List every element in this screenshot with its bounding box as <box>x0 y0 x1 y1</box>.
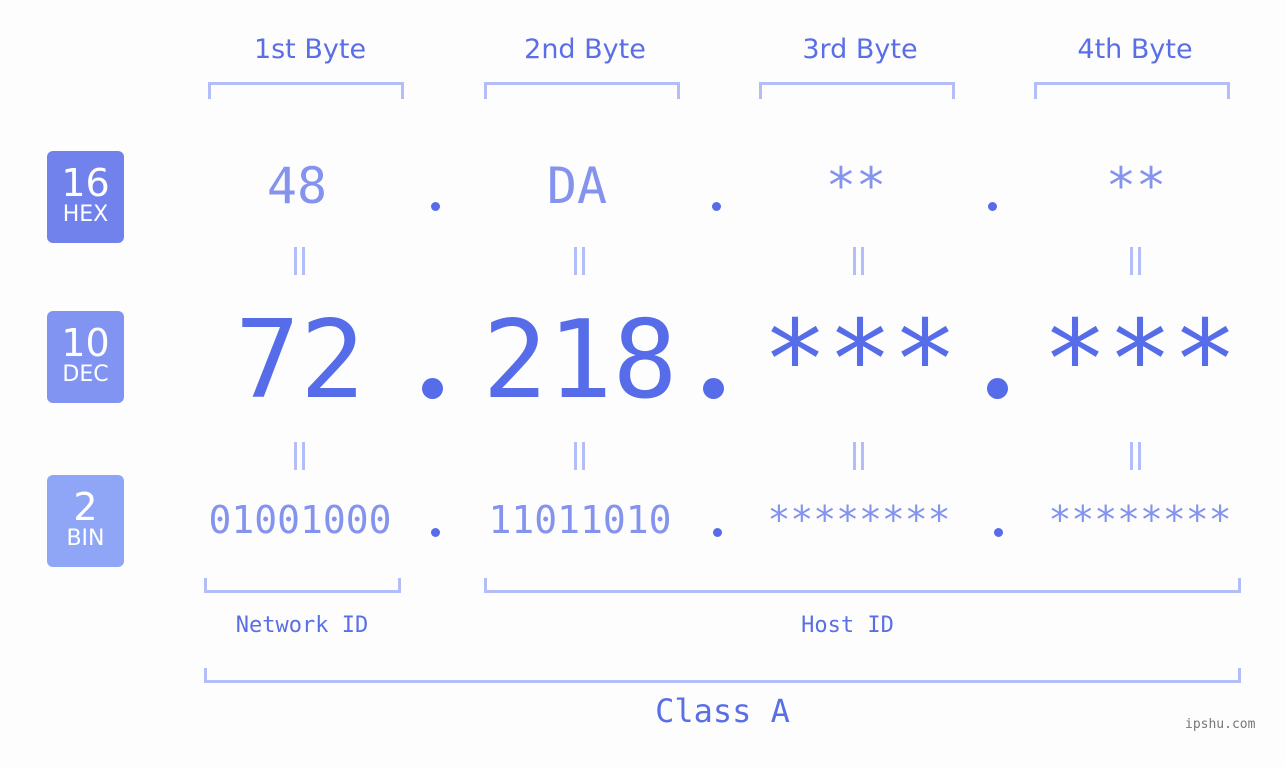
network-bracket <box>204 578 401 593</box>
equals-icon <box>572 247 586 275</box>
bin-dot <box>431 528 440 537</box>
equals-icon <box>292 442 306 470</box>
host-bracket <box>484 578 1241 593</box>
dec-byte-1: 72 <box>234 298 366 423</box>
dec-badge: 10 DEC <box>47 311 124 403</box>
dec-dot <box>987 378 1008 399</box>
bin-byte-1: 01001000 <box>208 498 392 542</box>
class-label: Class A <box>655 692 790 730</box>
hex-byte-4: ** <box>1105 157 1167 215</box>
equals-icon <box>851 247 865 275</box>
byte-bracket-2 <box>484 82 680 99</box>
bin-badge: 2 BIN <box>47 475 124 567</box>
hex-base: 16 <box>61 161 110 205</box>
byte-header-2: 2nd Byte <box>524 34 646 65</box>
byte-header-3: 3rd Byte <box>802 34 918 65</box>
dec-byte-4: *** <box>1042 298 1238 423</box>
bin-byte-3: ******** <box>767 498 951 542</box>
bin-label: BIN <box>66 526 105 551</box>
hex-byte-1: 48 <box>266 157 328 215</box>
class-bracket <box>204 668 1241 683</box>
byte-header-4: 4th Byte <box>1077 34 1193 65</box>
bin-byte-4: ******** <box>1048 498 1232 542</box>
equals-icon <box>851 442 865 470</box>
equals-icon <box>1128 247 1142 275</box>
dec-byte-2: 218 <box>482 298 678 423</box>
hex-dot <box>431 202 440 211</box>
dec-dot <box>703 378 724 399</box>
bin-dot <box>713 528 722 537</box>
dec-base: 10 <box>61 321 110 365</box>
byte-header-1: 1st Byte <box>253 34 367 65</box>
hex-badge: 16 HEX <box>47 151 124 243</box>
hex-byte-3: ** <box>825 157 887 215</box>
byte-bracket-4 <box>1034 82 1230 99</box>
byte-bracket-1 <box>208 82 404 99</box>
equals-icon <box>572 442 586 470</box>
hex-label: HEX <box>62 202 109 227</box>
byte-bracket-3 <box>759 82 955 99</box>
dec-label: DEC <box>62 362 109 387</box>
bin-byte-2: 11011010 <box>488 498 672 542</box>
watermark: ipshu.com <box>1185 717 1256 732</box>
bin-base: 2 <box>73 485 98 529</box>
equals-icon <box>292 247 306 275</box>
network-id-label: Network ID <box>235 613 369 638</box>
dec-dot <box>422 378 443 399</box>
hex-byte-2: DA <box>546 157 608 215</box>
hex-dot <box>712 202 721 211</box>
dec-byte-3: *** <box>762 298 958 423</box>
bin-dot <box>994 528 1003 537</box>
equals-icon <box>1128 442 1142 470</box>
hex-dot <box>988 202 997 211</box>
host-id-label: Host ID <box>801 613 894 638</box>
